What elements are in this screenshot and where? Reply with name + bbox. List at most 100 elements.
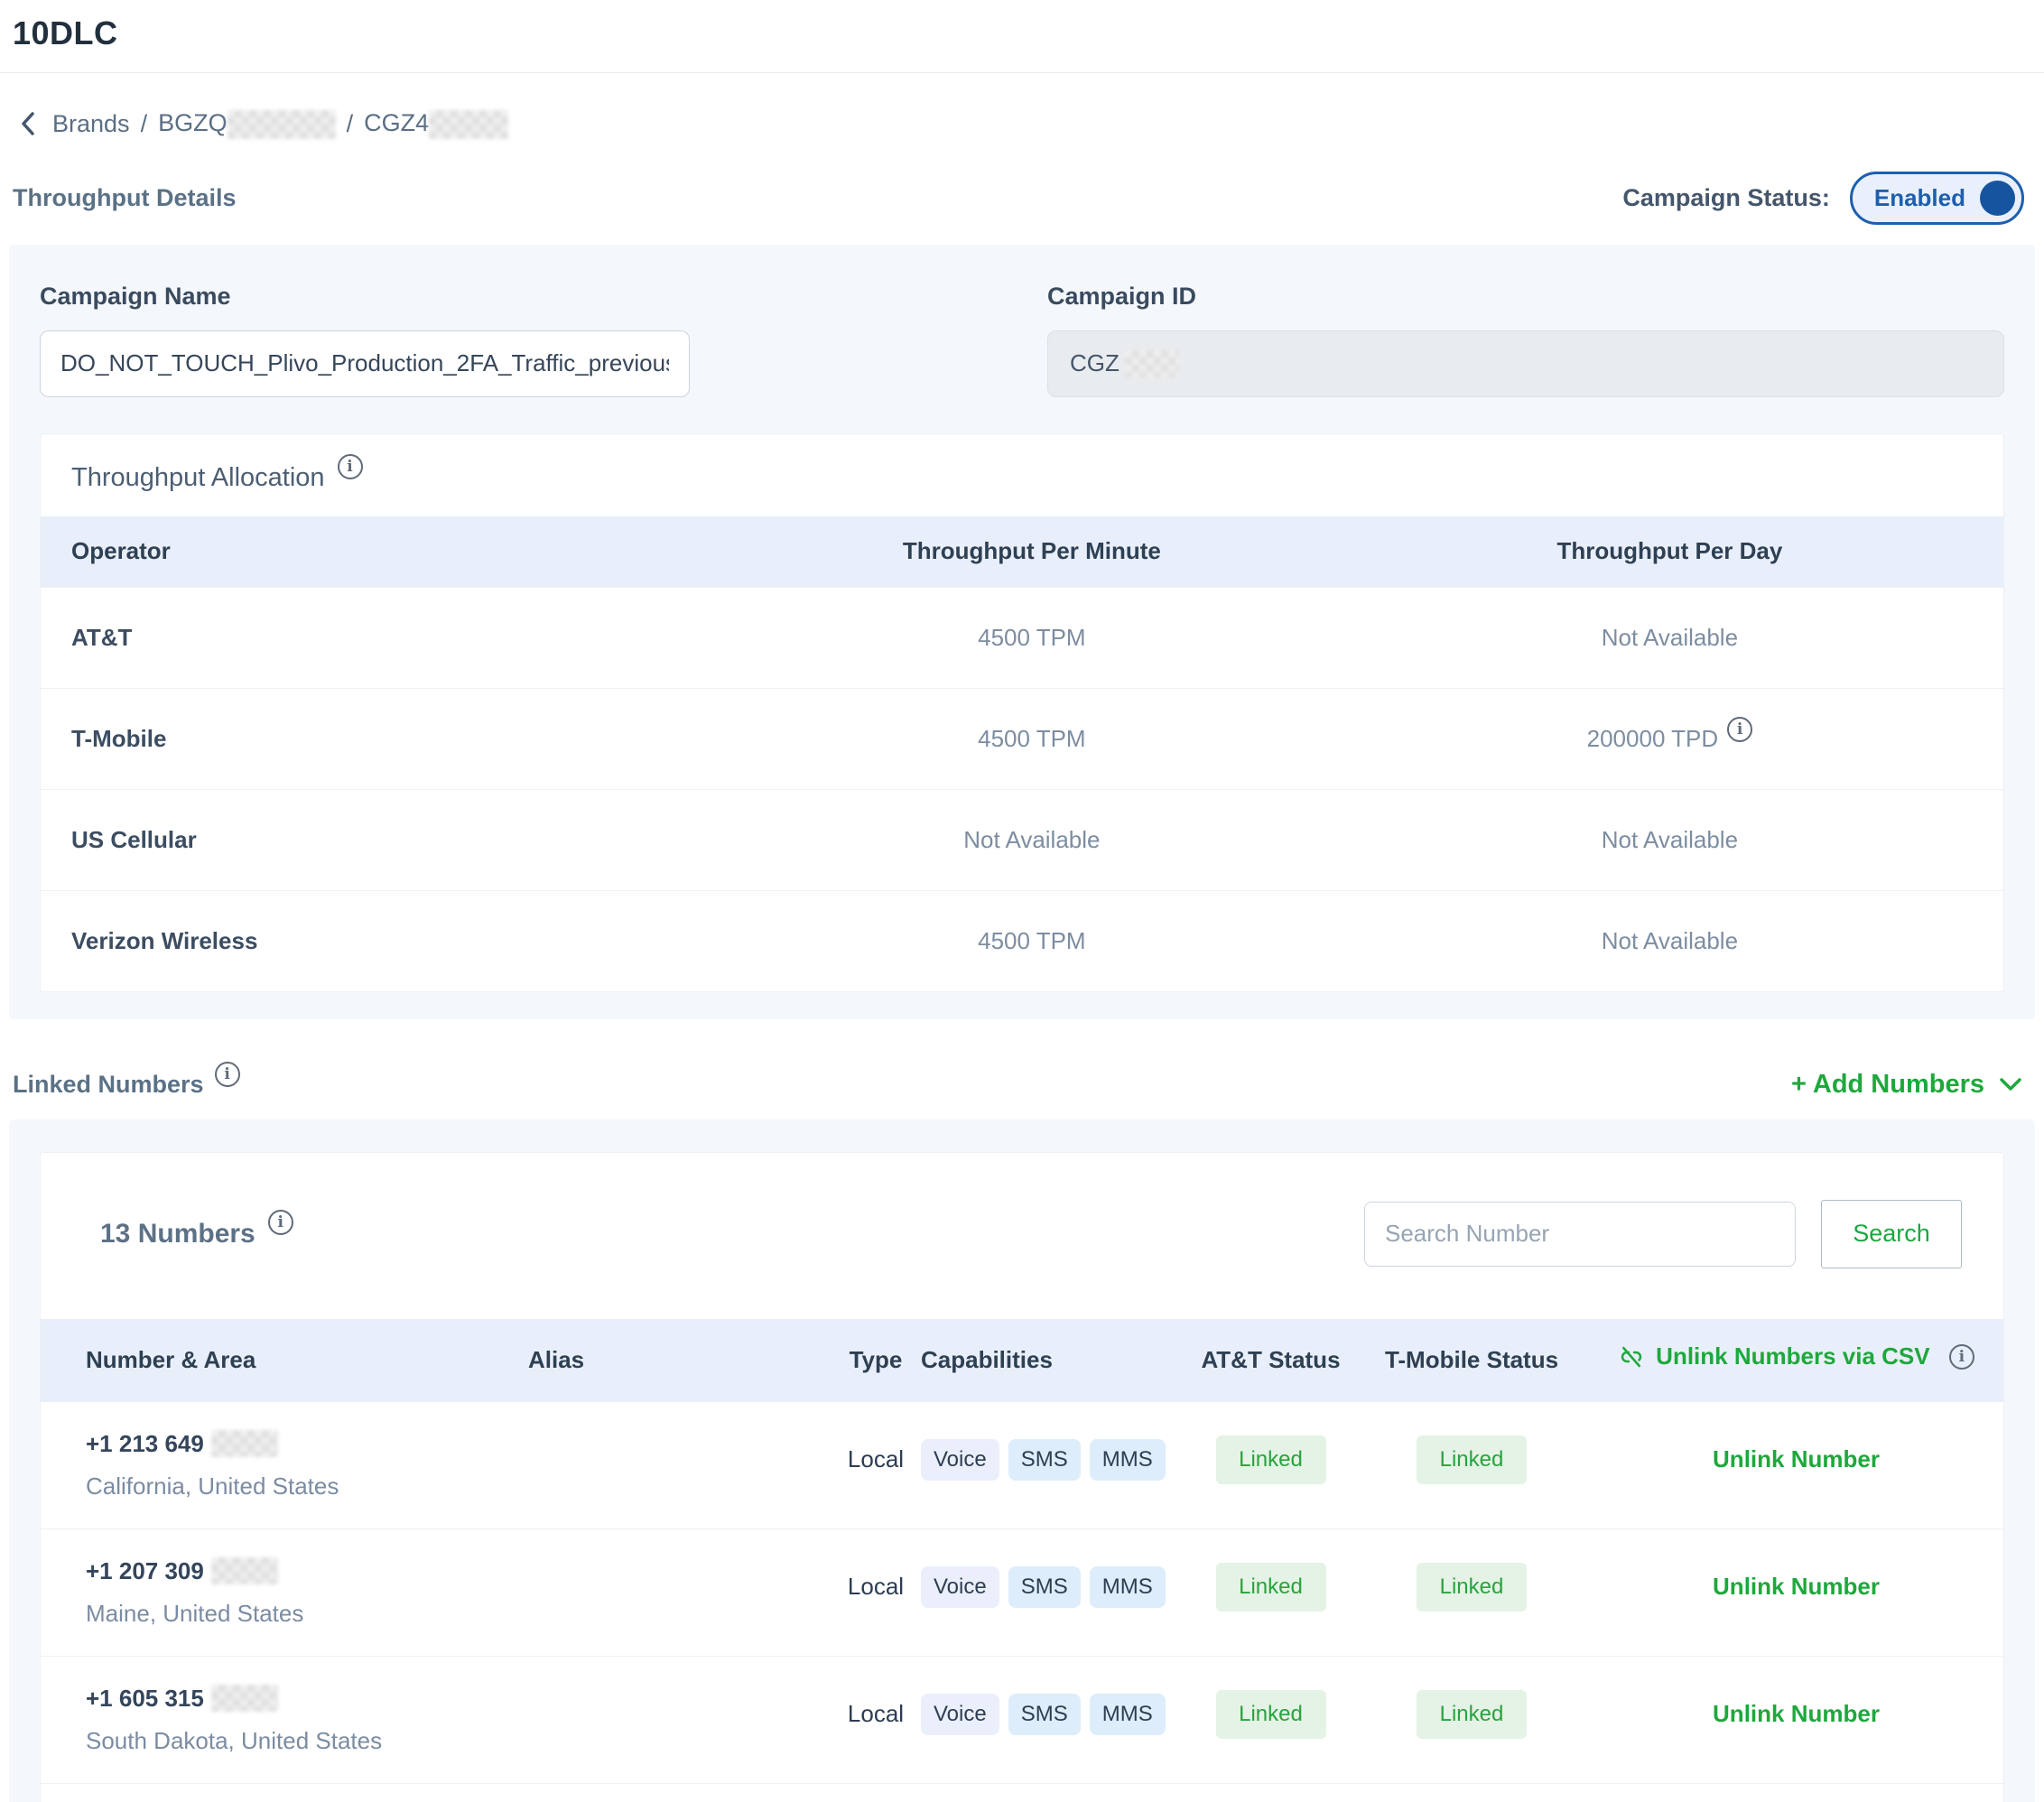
redacted-campaign-id — [429, 110, 508, 139]
throughput-details-heading: Throughput Details — [13, 184, 236, 212]
header-divider — [0, 72, 2044, 73]
phone-number: +1 207 309 — [86, 1557, 528, 1585]
numbers-count-info-icon[interactable] — [268, 1210, 293, 1235]
table-row: +1 213 649 California, United States Loc… — [41, 1402, 2003, 1529]
campaign-id-label: Campaign ID — [1047, 283, 2004, 311]
capability-mms-badge: MMS — [1090, 1566, 1166, 1608]
campaign-name-input[interactable] — [40, 330, 690, 397]
table-row: US Cellular Not Available Not Available — [41, 789, 2003, 890]
throughput-details-panel: Campaign Name Campaign ID CGZ Throughput… — [9, 245, 2035, 1019]
tpm-value: 4500 TPM — [728, 927, 1336, 955]
operator-name: AT&T — [41, 624, 728, 652]
col-number-area: Number & Area — [41, 1346, 528, 1374]
back-button[interactable] — [18, 110, 38, 137]
unlink-number-button[interactable]: Unlink Number — [1713, 1445, 1880, 1472]
phone-area: South Dakota, United States — [86, 1727, 528, 1755]
capability-voice-badge: Voice — [921, 1566, 999, 1608]
numbers-header-row: Number & Area Alias Type Capabilities AT… — [41, 1319, 2003, 1402]
tmobile-status-badge: Linked — [1417, 1435, 1527, 1484]
tpd-value: 200000 TPD — [1336, 725, 2003, 753]
tpm-value: 4500 TPM — [728, 725, 1336, 753]
number-type: Local — [831, 1700, 921, 1739]
numbers-count: 13 Numbers — [100, 1219, 256, 1249]
capability-voice-badge: Voice — [921, 1439, 999, 1481]
att-status-badge: Linked — [1216, 1563, 1326, 1612]
unlink-csv-info-icon[interactable] — [1949, 1344, 1974, 1370]
throughput-allocation-card: Throughput Allocation Operator Throughpu… — [40, 433, 2004, 992]
redacted-campaign-id-value — [1125, 350, 1179, 377]
unlink-numbers-csv-button[interactable]: Unlink Numbers via CSV — [1618, 1342, 1929, 1370]
linked-numbers-panel: 13 Numbers Search Number & Area Alias Ty… — [9, 1119, 2035, 1802]
breadcrumb-brands-link[interactable]: Brands — [52, 110, 130, 138]
operator-name: T-Mobile — [41, 725, 728, 753]
search-input[interactable] — [1364, 1202, 1796, 1267]
capability-sms-badge: SMS — [1008, 1566, 1081, 1608]
add-numbers-button[interactable]: + Add Numbers — [1791, 1070, 2022, 1100]
col-tmobile-status: T-Mobile Status — [1354, 1346, 1589, 1374]
redacted-phone-digits — [211, 1430, 278, 1457]
allocation-info-icon[interactable] — [338, 454, 363, 479]
phone-area: Maine, United States — [86, 1600, 528, 1628]
campaign-id-field: CGZ — [1047, 330, 2004, 397]
allocation-header-row: Operator Throughput Per Minute Throughpu… — [41, 516, 2003, 587]
col-alias: Alias — [528, 1346, 831, 1374]
col-tpd: Throughput Per Day — [1336, 537, 2003, 565]
breadcrumb-campaign-id: CGZ4 — [364, 109, 508, 139]
redacted-phone-digits — [211, 1557, 278, 1584]
breadcrumb: Brands / BGZQ / CGZ4 — [18, 109, 2044, 139]
capability-sms-badge: SMS — [1008, 1439, 1081, 1481]
campaign-name-label: Campaign Name — [40, 283, 1047, 311]
breadcrumb-separator: / — [141, 110, 148, 138]
redacted-brand-id — [228, 110, 336, 139]
capability-sms-badge: SMS — [1008, 1694, 1081, 1735]
col-capabilities: Capabilities — [921, 1346, 1187, 1374]
att-status-badge: Linked — [1216, 1690, 1326, 1739]
operator-name: Verizon Wireless — [41, 927, 728, 955]
att-status-badge: Linked — [1216, 1435, 1326, 1484]
linked-numbers-card: 13 Numbers Search Number & Area Alias Ty… — [40, 1152, 2004, 1802]
number-type: Local — [831, 1445, 921, 1484]
col-att-status: AT&T Status — [1187, 1346, 1354, 1374]
tmobile-status-badge: Linked — [1417, 1563, 1527, 1612]
phone-area: California, United States — [86, 1472, 528, 1500]
table-row: +1 207 309 Maine, United States Local Vo… — [41, 1529, 2003, 1657]
campaign-status-value: Enabled — [1874, 184, 1965, 212]
throughput-allocation-heading: Throughput Allocation — [71, 463, 325, 493]
table-row: T-Mobile 4500 TPM 200000 TPD — [41, 688, 2003, 789]
tmobile-status-badge: Linked — [1417, 1690, 1527, 1739]
tpd-value: Not Available — [1336, 624, 2003, 652]
campaign-status-toggle[interactable]: Enabled — [1850, 172, 2024, 225]
tpm-value: 4500 TPM — [728, 624, 1336, 652]
operator-name: US Cellular — [41, 826, 728, 854]
number-type: Local — [831, 1573, 921, 1612]
tpd-value: Not Available — [1336, 927, 2003, 955]
chevron-down-icon — [1999, 1077, 2022, 1091]
page-title: 10DLC — [0, 0, 2044, 52]
link-slash-icon — [1618, 1343, 1645, 1370]
toggle-knob-icon — [1980, 181, 2015, 216]
breadcrumb-brand-id[interactable]: BGZQ — [158, 109, 336, 139]
capability-voice-badge: Voice — [921, 1694, 999, 1735]
tpd-value: Not Available — [1336, 826, 2003, 854]
table-row: AT&T 4500 TPM Not Available — [41, 587, 2003, 688]
unlink-number-button[interactable]: Unlink Number — [1713, 1573, 1880, 1600]
chevron-left-icon — [18, 110, 38, 137]
capability-mms-badge: MMS — [1090, 1439, 1166, 1481]
phone-number: +1 213 649 — [86, 1430, 528, 1458]
table-row: +1 605 315 South Dakota, United States L… — [41, 1657, 2003, 1784]
col-type: Type — [831, 1346, 921, 1374]
linked-numbers-info-icon[interactable] — [215, 1062, 240, 1087]
tpm-value: Not Available — [728, 826, 1336, 854]
campaign-status-label: Campaign Status: — [1622, 184, 1830, 212]
table-row: Verizon Wireless 4500 TPM Not Available — [41, 890, 2003, 991]
unlink-number-button[interactable]: Unlink Number — [1713, 1700, 1880, 1727]
phone-number: +1 605 315 — [86, 1685, 528, 1713]
col-operator: Operator — [41, 537, 728, 565]
col-tpm: Throughput Per Minute — [728, 537, 1336, 565]
redacted-phone-digits — [211, 1685, 278, 1712]
search-button[interactable]: Search — [1821, 1200, 1962, 1268]
linked-numbers-heading: Linked Numbers — [13, 1071, 204, 1099]
breadcrumb-separator2: / — [347, 110, 354, 138]
tpd-info-icon[interactable] — [1727, 717, 1752, 742]
capability-mms-badge: MMS — [1090, 1694, 1166, 1735]
